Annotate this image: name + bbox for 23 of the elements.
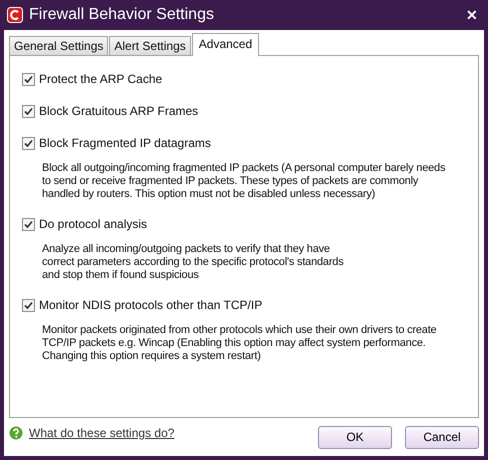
window-title: Firewall Behavior Settings [29,5,214,25]
checkbox-label: Block Fragmented IP datagrams [39,135,211,152]
checkbox[interactable] [22,72,35,86]
help-icon [9,426,23,440]
checkbox-label: Protect the ARP Cache [39,71,162,88]
checkbox-label: Do protocol analysis [39,216,148,233]
tab[interactable]: Alert Settings [109,36,191,55]
close-button[interactable]: ✕ [460,4,484,26]
checkbox-label: Block Gratuitous ARP Frames [39,103,198,120]
tab[interactable]: Advanced [192,33,260,56]
checkbox-label: Monitor NDIS protocols other than TCP/IP [39,297,262,314]
checkbox[interactable] [22,136,35,150]
option-description: Monitor packets originated from other protocols which use their own drivers to create TCP/IP packets e.g. Wincap (Enabling this option may affect system performance. Changing this option requires a system restart) [42,324,438,363]
option-description: Block all outgoing/incoming fragmented IP packets (A personal computer barely needs to send or receive fragmented IP packets. These types of packets are commonly handled by routers. This option must not be disabled unless necessary) [42,162,446,201]
option-description: Analyze all incoming/outgoing packets to verify that they have correct parameters according to the specific protocol's standards and stop them if found suspicious [42,243,345,282]
checkbox[interactable] [22,104,35,118]
cancel-button[interactable]: Cancel [405,426,479,448]
checkbox[interactable] [22,298,35,312]
ok-button[interactable]: OK [318,426,392,448]
app-logo-icon [7,7,23,23]
checkbox[interactable] [22,218,35,230]
help-link[interactable]: What do these settings do? [29,424,174,442]
tab[interactable]: General Settings [9,36,108,55]
